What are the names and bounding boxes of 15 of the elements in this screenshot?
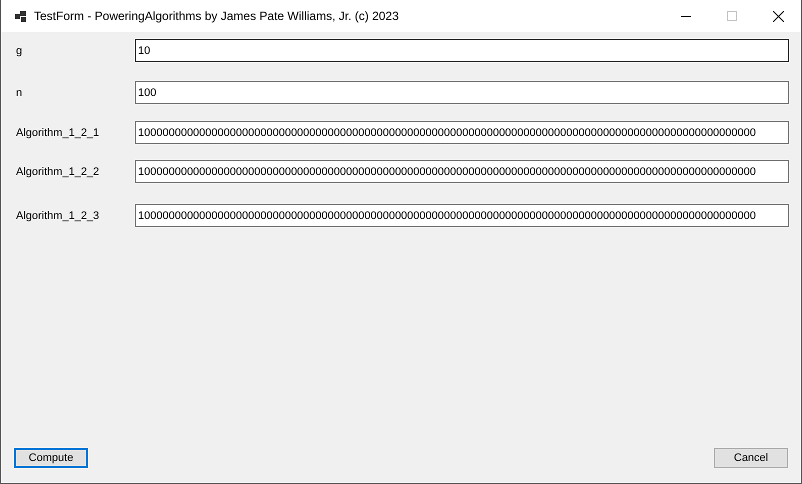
field-label: Algorithm_1_2_1 [16,126,100,138]
text-field[interactable]: 10000000000000000000000000000000000000000000000000000000000000000000000000000000000000000000000000000 [135,121,789,144]
compute-button[interactable]: Compute [14,448,88,468]
text-field[interactable]: 10000000000000000000000000000000000000000000000000000000000000000000000000000000000000000000000000000 [135,160,789,183]
field-label: g [16,44,24,56]
cancel-button[interactable]: Cancel [714,448,788,468]
app-icon [15,10,26,22]
text-field[interactable]: 10000000000000000000000000000000000000000000000000000000000000000000000000000000000000000000000000000 [135,204,789,227]
field-label: Algorithm_1_2_2 [16,166,100,178]
text-field[interactable]: 100 [135,81,789,104]
field-label: n [16,86,24,98]
window-title: TestForm - PoweringAlgorithms by James Pate Williams, Jr. (c) 2023 [34,9,400,23]
close-icon [772,10,784,22]
text-field[interactable]: 10 [135,39,789,62]
field-label: Algorithm_1_2_3 [16,210,100,222]
